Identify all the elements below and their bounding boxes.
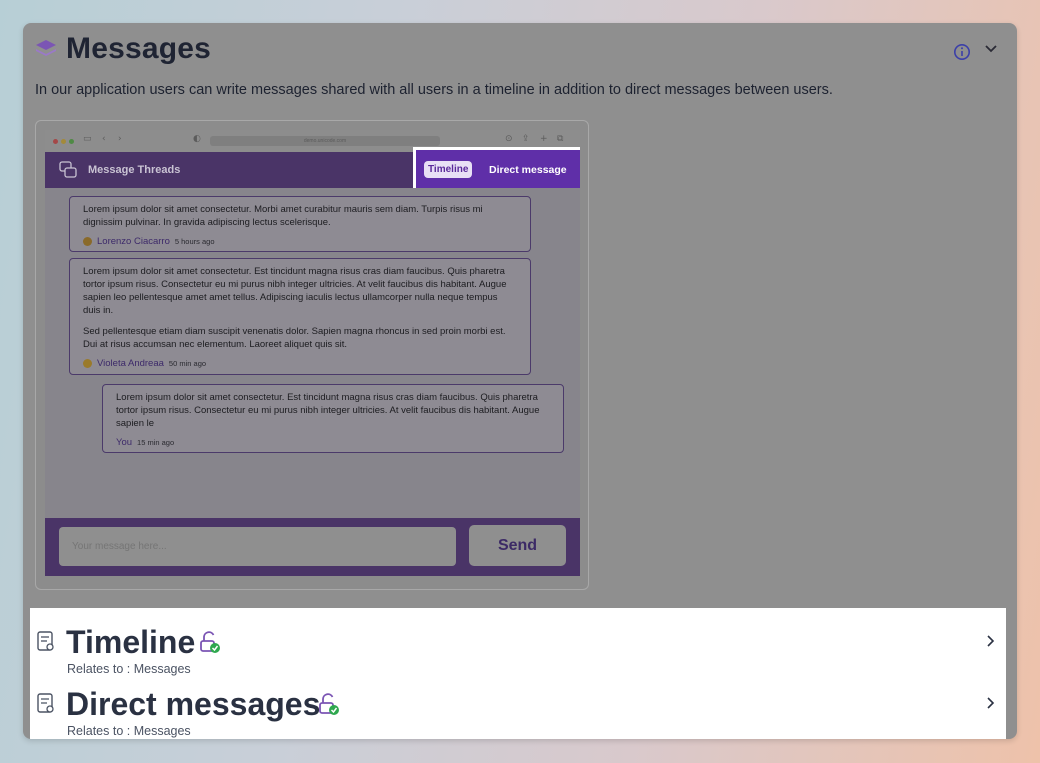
related-list: Timeline Relates to : Messages Direct me… — [30, 608, 1006, 739]
app-title: Message Threads — [88, 164, 181, 176]
url-bar: demo.unicode.com — [210, 136, 440, 146]
unlocked-icon — [319, 693, 339, 715]
related-item-direct-messages[interactable]: Direct messages Relates to : Messages — [30, 670, 1006, 738]
message-time: 5 hours ago — [174, 237, 215, 246]
avatar — [83, 237, 92, 246]
tabs-overview-icon: ⧉ — [557, 134, 564, 144]
app-header: Message Threads Timeline Direct message — [45, 147, 580, 194]
send-button[interactable]: Send — [469, 525, 566, 566]
document-icon — [37, 631, 54, 651]
page-title: Messages — [66, 32, 212, 65]
message-author[interactable]: Lorenzo Ciacarro — [97, 235, 170, 248]
chevron-right-icon[interactable] — [985, 696, 997, 710]
maximize-dot-icon — [69, 139, 74, 144]
avatar — [83, 359, 92, 368]
download-icon: ⊙ — [505, 134, 513, 144]
message-text: Lorem ipsum dolor sit amet consectetur. … — [83, 204, 483, 228]
message-author[interactable]: Violeta Andreaa — [97, 357, 164, 370]
unlocked-icon — [200, 631, 220, 653]
message-composer: Send — [45, 518, 580, 576]
related-title: Direct messages — [66, 686, 321, 722]
message-meta: Lorenzo Ciacarro 5 hours ago — [83, 235, 517, 248]
messages-panel: Messages In our application users can wr… — [23, 23, 1017, 739]
message-meta: Violeta Andreaa 50 min ago — [83, 357, 517, 370]
message-time: 50 min ago — [168, 359, 207, 368]
message-thread: Lorem ipsum dolor sit amet consectetur. … — [45, 188, 580, 518]
back-icon: ‹ — [102, 134, 106, 144]
chevron-right-icon[interactable] — [985, 634, 997, 648]
tab-direct-message[interactable]: Direct message — [489, 164, 567, 176]
chat-bubbles-icon — [59, 161, 77, 178]
highlighted-tabs: Timeline Direct message — [413, 147, 580, 194]
relates-to-label: Relates to : Messages — [67, 724, 191, 738]
tab-timeline[interactable]: Timeline — [424, 161, 473, 178]
message-time: 15 min ago — [137, 438, 175, 447]
chevron-down-icon[interactable] — [983, 41, 999, 57]
message-text: Lorem ipsum dolor sit amet consectetur. … — [116, 392, 540, 429]
info-icon[interactable] — [953, 43, 971, 61]
message-card: Lorem ipsum dolor sit amet consectetur. … — [69, 258, 531, 375]
minimize-dot-icon — [61, 139, 66, 144]
message-card-own: Lorem ipsum dolor sit amet consectetur. … — [102, 384, 564, 453]
forward-icon: › — [118, 134, 122, 144]
close-dot-icon — [53, 139, 58, 144]
related-title: Timeline — [66, 624, 196, 660]
layers-icon — [36, 40, 56, 56]
browser-window: ▭ ‹ › ◐ demo.unicode.com ⊙ ⇪ + ⧉ Message… — [45, 130, 580, 576]
sidebar-toggle-icon: ▭ — [83, 134, 92, 144]
message-author: You — [116, 437, 133, 448]
page-description: In our application users can write messa… — [35, 82, 833, 98]
message-text: Lorem ipsum dolor sit amet consectetur. … — [83, 266, 507, 316]
message-input[interactable] — [59, 527, 456, 566]
document-icon — [37, 693, 54, 713]
share-icon: ⇪ — [522, 134, 530, 144]
related-item-timeline[interactable]: Timeline Relates to : Messages — [30, 608, 1006, 676]
message-card: Lorem ipsum dolor sit amet consectetur. … — [69, 196, 531, 252]
message-text: Sed pellentesque etiam diam suscipit ven… — [83, 326, 506, 350]
new-tab-icon: + — [540, 134, 548, 144]
message-meta: You 15 min ago — [116, 436, 550, 449]
privacy-shield-icon: ◐ — [193, 134, 201, 144]
illustration-screenshot: ▭ ‹ › ◐ demo.unicode.com ⊙ ⇪ + ⧉ Message… — [35, 120, 589, 590]
